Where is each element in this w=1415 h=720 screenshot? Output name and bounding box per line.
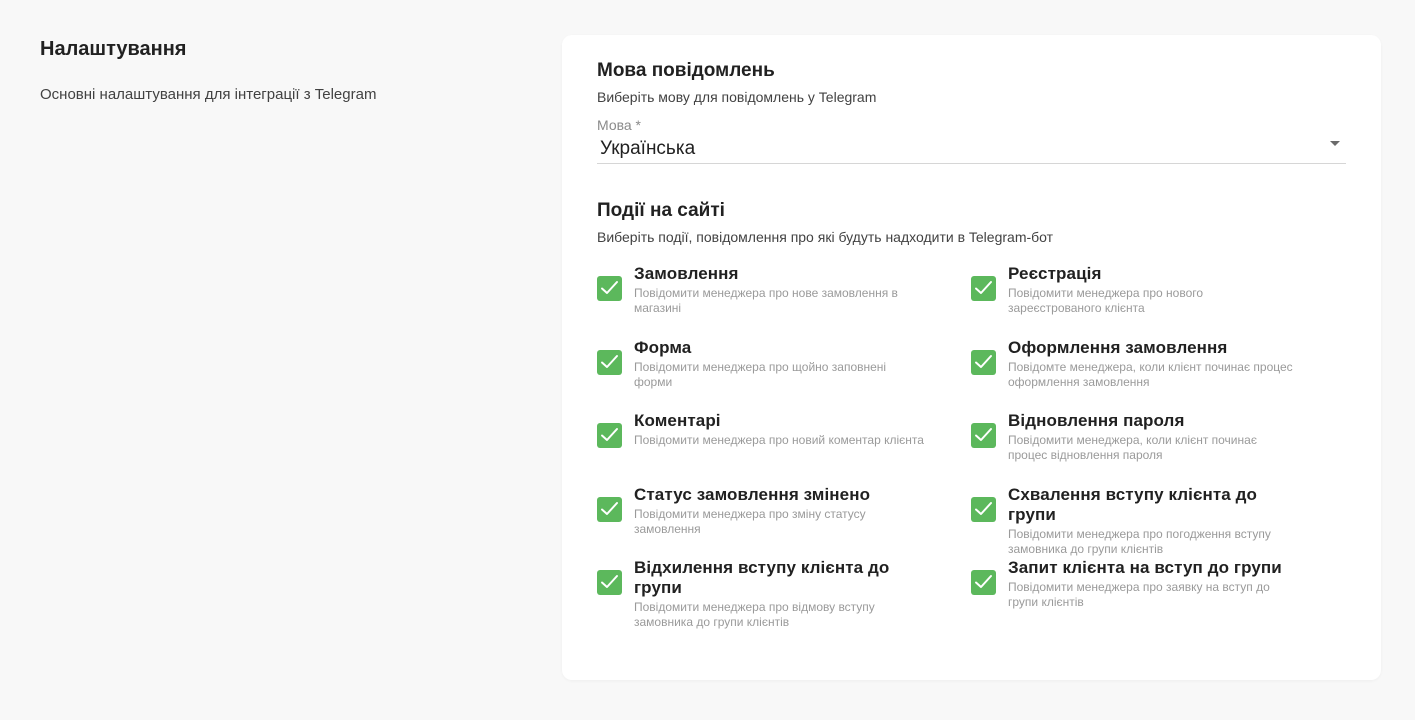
event-title: Статус замовлення змінено <box>634 484 871 504</box>
language-section-subtitle: Виберіть мову для повідомлень у Telegram <box>597 89 877 105</box>
event-description: Повідомити менеджера про щойно заповнені… <box>634 359 887 389</box>
event-item-form[interactable]: Форма Повідомити менеджера про щойно зап… <box>597 338 971 412</box>
language-section: Мова повідомлень Виберіть мову для повід… <box>597 60 1347 164</box>
event-item-group-approval[interactable]: Схвалення вступу клієнта до групи Повідо… <box>971 485 1345 559</box>
event-text: Оформлення замовлення Повідомте менеджер… <box>1008 338 1308 390</box>
event-description: Повідомити менеджера про новий коментар … <box>634 433 924 447</box>
checkmark-icon <box>601 575 618 588</box>
event-checkbox[interactable] <box>597 276 622 301</box>
event-text: Запит клієнта на вступ до групи Повідоми… <box>1008 558 1308 610</box>
language-select-value: Українська <box>600 138 696 159</box>
event-checkbox[interactable] <box>597 423 622 448</box>
settings-description: Основні налаштування для інтеграції з Te… <box>40 86 377 103</box>
event-text: Замовлення Повідомити менеджера про нове… <box>634 264 934 316</box>
event-checkbox[interactable] <box>971 570 996 595</box>
checkmark-icon <box>975 575 992 588</box>
checkmark-icon <box>975 354 992 368</box>
event-item-order-status[interactable]: Статус замовлення змінено Повідомити мен… <box>597 485 971 559</box>
checkmark-icon <box>975 428 992 441</box>
event-checkbox[interactable] <box>597 349 622 375</box>
event-title: Запит клієнта на вступ до групи <box>1008 558 1282 577</box>
language-select[interactable]: Мова * Українська <box>597 117 1346 164</box>
event-description: Повідомити менеджера, коли клієнт почина… <box>1008 433 1257 462</box>
event-title: Схвалення вступу клієнта до групи <box>1008 484 1258 524</box>
checkmark-icon <box>601 281 618 294</box>
checkmark-icon <box>601 428 618 441</box>
event-text: Схвалення вступу клієнта до групи Повідо… <box>1008 485 1308 557</box>
settings-title: Налаштування <box>40 38 187 60</box>
event-description: Повідомити менеджера про заявку на вступ… <box>1008 580 1270 609</box>
events-section-subtitle: Виберіть події, повідомлення про які буд… <box>597 229 1054 245</box>
dropdown-arrow-icon[interactable] <box>1330 141 1340 146</box>
event-text: Форма Повідомити менеджера про щойно зап… <box>634 338 934 390</box>
event-title: Коментарі <box>634 411 721 430</box>
language-select-label: Мова * <box>597 117 642 133</box>
event-title: Замовлення <box>634 264 739 283</box>
settings-page: Налаштування Основні налаштування для ін… <box>0 0 1415 720</box>
settings-intro: Налаштування Основні налаштування для ін… <box>40 37 520 105</box>
event-text: Відновлення пароля Повідомити менеджера,… <box>1008 411 1308 463</box>
event-checkbox[interactable] <box>597 496 622 522</box>
event-checkbox[interactable] <box>971 276 996 301</box>
event-title: Оформлення замовлення <box>1008 337 1228 357</box>
settings-card-content: Мова повідомлень Виберіть мову для повід… <box>597 60 1347 632</box>
event-checkbox[interactable] <box>971 496 996 522</box>
event-description: Повідомити менеджера про нового зареєстр… <box>1008 286 1204 315</box>
event-checkbox[interactable] <box>971 423 996 448</box>
event-text: Реєстрація Повідомити менеджера про ново… <box>1008 264 1308 316</box>
events-section-title: Події на сайті <box>597 200 725 221</box>
event-text: Відхилення вступу клієнта до групи Повід… <box>634 558 934 630</box>
checkmark-icon <box>975 501 992 515</box>
events-list: Замовлення Повідомити менеджера про нове… <box>597 264 1347 632</box>
event-description: Повідомити менеджера про відмову вступу … <box>634 600 875 629</box>
event-item-group-request[interactable]: Запит клієнта на вступ до групи Повідоми… <box>971 558 1345 632</box>
event-description: Повідомити менеджера про зміну статусу з… <box>634 506 866 536</box>
event-text: Статус замовлення змінено Повідомити мен… <box>634 485 934 537</box>
event-item-registration[interactable]: Реєстрація Повідомити менеджера про ново… <box>971 264 1345 338</box>
event-title: Форма <box>634 337 692 357</box>
event-title: Відхилення вступу клієнта до групи <box>634 558 890 597</box>
event-checkbox[interactable] <box>597 570 622 595</box>
event-description: Повідомте менеджера, коли клієнт починає… <box>1008 359 1293 389</box>
event-text: Коментарі Повідомити менеджера про новий… <box>634 411 934 448</box>
event-item-orders[interactable]: Замовлення Повідомити менеджера про нове… <box>597 264 971 338</box>
event-description: Повідомити менеджера про погодження всту… <box>1008 526 1271 556</box>
settings-card: Мова повідомлень Виберіть мову для повід… <box>562 35 1381 680</box>
language-section-title: Мова повідомлень <box>597 60 775 81</box>
checkmark-icon <box>601 501 618 515</box>
event-item-checkout[interactable]: Оформлення замовлення Повідомте менеджер… <box>971 338 1345 412</box>
event-item-password-recovery[interactable]: Відновлення пароля Повідомити менеджера,… <box>971 411 1345 485</box>
event-description: Повідомити менеджера про нове замовлення… <box>634 286 898 315</box>
events-section: Події на сайті Виберіть події, повідомле… <box>597 200 1347 632</box>
event-title: Реєстрація <box>1008 264 1102 283</box>
event-item-comments[interactable]: Коментарі Повідомити менеджера про новий… <box>597 411 971 485</box>
event-item-group-rejection[interactable]: Відхилення вступу клієнта до групи Повід… <box>597 558 971 632</box>
checkmark-icon <box>601 354 618 368</box>
checkmark-icon <box>975 281 992 294</box>
event-checkbox[interactable] <box>971 349 996 375</box>
event-title: Відновлення пароля <box>1008 411 1185 430</box>
